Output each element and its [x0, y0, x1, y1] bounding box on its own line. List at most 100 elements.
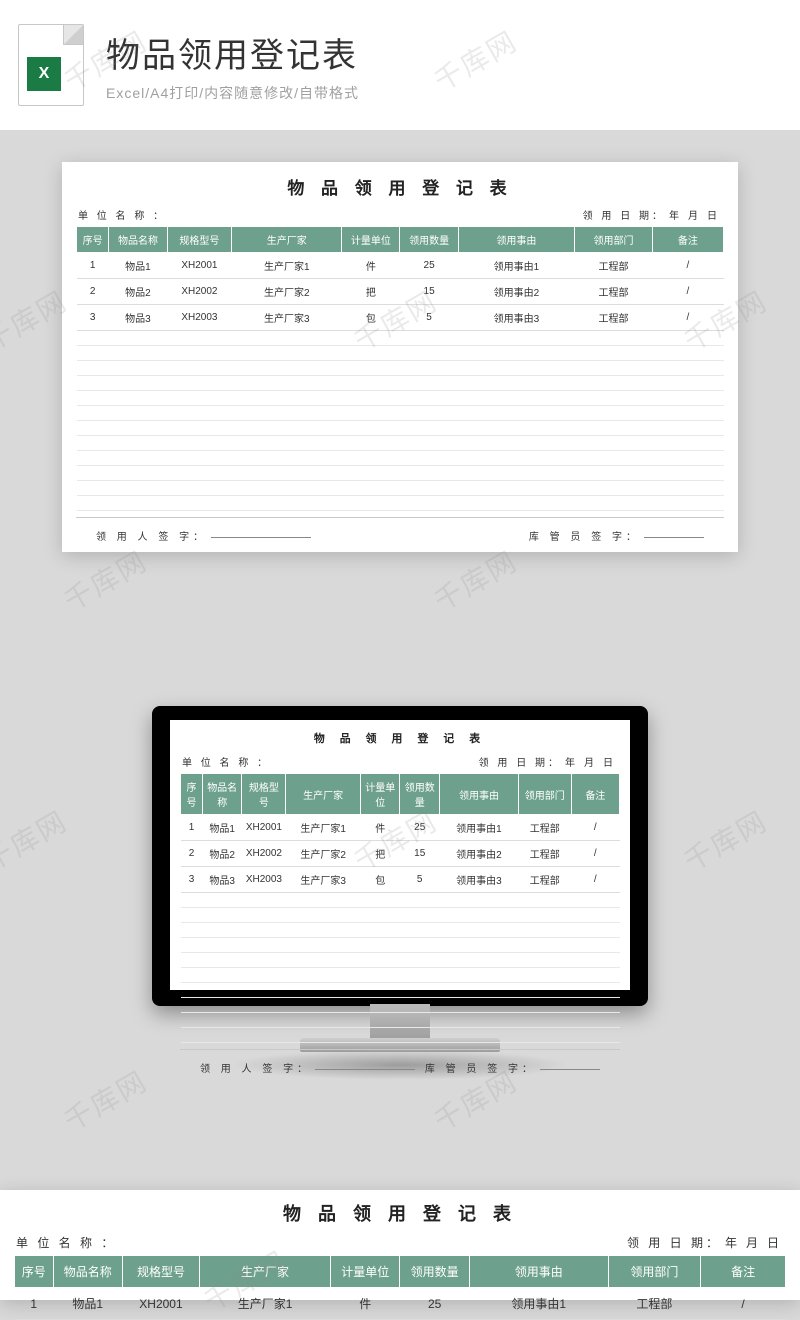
cell-seq: 3	[77, 305, 109, 331]
watermark: 千库网	[56, 1060, 154, 1140]
table-row-empty	[77, 361, 724, 376]
cell-qty: 15	[400, 279, 458, 305]
cell-seq: 2	[77, 279, 109, 305]
table-row: 1物品1XH2001生产厂家1件25领用事由1工程部/	[77, 253, 724, 279]
cell-model: XH2001	[167, 253, 232, 279]
table-row-empty	[77, 421, 724, 436]
cell-name: 物品1	[53, 1288, 122, 1320]
table-row-empty	[77, 481, 724, 496]
col-seq: 序号	[77, 227, 109, 253]
hero-header: X 物品领用登记表 Excel/A4打印/内容随意修改/自带格式	[0, 0, 800, 130]
table-row-empty	[181, 1013, 620, 1028]
cell-model: XH2002	[242, 841, 286, 867]
col-model: 规格型号	[122, 1256, 199, 1288]
hero-subtitle: Excel/A4打印/内容随意修改/自带格式	[106, 83, 359, 103]
cell-name: 物品3	[202, 867, 242, 893]
table-row-empty	[77, 496, 724, 511]
cell-note: /	[571, 815, 619, 841]
cell-dept: 工程部	[518, 841, 571, 867]
cell-note: /	[652, 305, 723, 331]
keeper-sign-label: 库 管 员 签 字：	[529, 528, 704, 543]
cell-name: 物品2	[109, 279, 167, 305]
sheet-title: 物 品 领 用 登 记 表	[14, 1196, 786, 1232]
col-dept: 领用部门	[608, 1256, 701, 1288]
col-reason: 领用事由	[439, 774, 518, 815]
col-unit: 计量单位	[360, 774, 400, 815]
unit-name-label: 单 位 名 称 ：	[182, 754, 270, 769]
col-name: 物品名称	[109, 227, 167, 253]
cell-note: /	[652, 253, 723, 279]
cell-qty: 5	[400, 305, 458, 331]
table-row-empty	[181, 938, 620, 953]
table-row: 2物品2XH2002生产厂家2把15领用事由2工程部/	[181, 841, 620, 867]
col-dept: 领用部门	[518, 774, 571, 815]
cell-reason: 领用事由3	[439, 867, 518, 893]
table-row-empty	[181, 983, 620, 998]
col-note: 备注	[571, 774, 619, 815]
col-maker: 生产厂家	[200, 1256, 331, 1288]
table-row-empty	[181, 908, 620, 923]
cell-qty: 25	[400, 815, 440, 841]
cell-maker: 生产厂家2	[286, 841, 361, 867]
col-seq: 序号	[181, 774, 203, 815]
cell-qty: 5	[400, 867, 440, 893]
cell-unit: 包	[342, 305, 400, 331]
col-name: 物品名称	[202, 774, 242, 815]
unit-name-label: 单 位 名 称 ：	[16, 1234, 116, 1251]
cell-model: XH2003	[242, 867, 286, 893]
signature-row: 领 用 人 签 字：库 管 员 签 字：	[180, 1049, 620, 1075]
date-label: 领 用 日 期：年月日	[479, 754, 618, 769]
col-unit: 计量单位	[331, 1256, 400, 1288]
cell-seq: 1	[181, 815, 203, 841]
table-row-empty	[77, 376, 724, 391]
cell-model: XH2001	[122, 1288, 199, 1320]
cell-maker: 生产厂家1	[200, 1288, 331, 1320]
col-model: 规格型号	[242, 774, 286, 815]
sheet-title: 物 品 领 用 登 记 表	[76, 170, 724, 205]
cell-qty: 25	[400, 253, 458, 279]
sheet-meta-row: 单 位 名 称 ： 领 用 日 期：年月日	[14, 1232, 786, 1255]
col-note: 备注	[701, 1256, 786, 1288]
cell-dept: 工程部	[575, 305, 653, 331]
col-name: 物品名称	[53, 1256, 122, 1288]
table-row: 3物品3XH2003生产厂家3包5领用事由3工程部/	[181, 867, 620, 893]
date-label: 领 用 日 期：年月日	[627, 1234, 784, 1251]
col-maker: 生产厂家	[286, 774, 361, 815]
cell-seq: 3	[181, 867, 203, 893]
cell-unit: 件	[342, 253, 400, 279]
cell-dept: 工程部	[575, 253, 653, 279]
watermark: 千库网	[0, 800, 74, 880]
table-row: 1物品1XH2001生产厂家1件25领用事由1工程部/	[181, 815, 620, 841]
cell-note: /	[701, 1288, 786, 1320]
cell-note: /	[571, 867, 619, 893]
cell-reason: 领用事由1	[469, 1288, 608, 1320]
cell-note: /	[571, 841, 619, 867]
sheet-preview-strip: 物 品 领 用 登 记 表单 位 名 称 ：领 用 日 期：年月日序号物品名称规…	[0, 1190, 800, 1300]
cell-dept: 工程部	[518, 867, 571, 893]
cell-unit: 把	[360, 841, 400, 867]
sheet-preview-paper: 物 品 领 用 登 记 表单 位 名 称 ：领 用 日 期：年月日序号物品名称规…	[62, 162, 738, 552]
cell-maker: 生产厂家3	[232, 305, 342, 331]
col-reason: 领用事由	[458, 227, 574, 253]
sheet-meta-row: 单 位 名 称 ： 领 用 日 期：年月日	[180, 752, 620, 773]
cell-note: /	[652, 279, 723, 305]
table-row-empty	[181, 1028, 620, 1043]
cell-model: XH2001	[242, 815, 286, 841]
watermark: 千库网	[676, 800, 774, 880]
cell-model: XH2003	[167, 305, 232, 331]
cell-reason: 领用事由1	[458, 253, 574, 279]
table-row-empty	[77, 391, 724, 406]
signature-row: 领 用 人 签 字：库 管 员 签 字：	[76, 517, 724, 543]
cell-name: 物品1	[202, 815, 242, 841]
col-maker: 生产厂家	[232, 227, 342, 253]
table-row-empty	[181, 893, 620, 908]
cell-reason: 领用事由2	[458, 279, 574, 305]
cell-name: 物品3	[109, 305, 167, 331]
table-row-empty	[77, 346, 724, 361]
hero-title: 物品领用登记表	[106, 28, 359, 77]
cell-maker: 生产厂家1	[286, 815, 361, 841]
cell-unit: 件	[360, 815, 400, 841]
table-row-empty	[181, 953, 620, 968]
table-row-empty	[181, 968, 620, 983]
watermark: 千库网	[56, 540, 154, 620]
